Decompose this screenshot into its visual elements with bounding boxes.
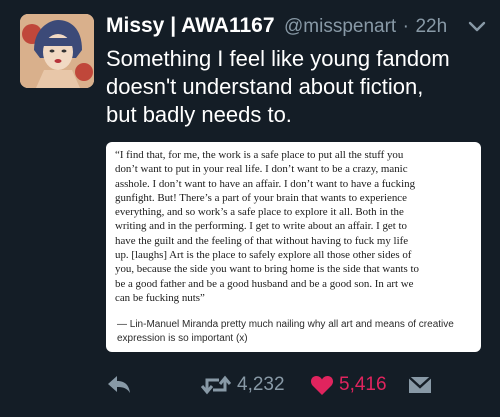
direct-message-icon[interactable] [408, 374, 432, 396]
quote-text: “I find that, for me, the work is a safe… [115, 149, 419, 304]
tweet-header: Missy | AWA1167 @misspenart · 22h [106, 14, 490, 40]
handle[interactable]: @misspenart [284, 16, 396, 37]
tweet-actions: 4,232 5,416 [106, 372, 486, 400]
tweet: Missy | AWA1167 @misspenart · 22h Someth… [0, 0, 500, 417]
retweet-count[interactable]: 4,232 [237, 374, 285, 396]
avatar-image [20, 14, 94, 88]
quote-attribution: — Lin-Manuel Miranda pretty much nailing… [117, 319, 454, 344]
reply-icon[interactable] [106, 374, 132, 394]
chevron-down-icon[interactable] [468, 20, 486, 32]
heart-icon[interactable] [310, 374, 334, 396]
avatar[interactable] [20, 14, 94, 88]
display-name[interactable]: Missy | AWA1167 [106, 14, 275, 37]
separator: · [402, 16, 409, 37]
timestamp[interactable]: 22h [415, 16, 447, 37]
quote-image[interactable]: “I find that, for me, the work is a safe… [106, 142, 481, 352]
like-count[interactable]: 5,416 [339, 374, 387, 396]
retweet-icon[interactable] [201, 374, 231, 396]
tweet-text: Something I feel like young fandom doesn… [106, 46, 450, 127]
